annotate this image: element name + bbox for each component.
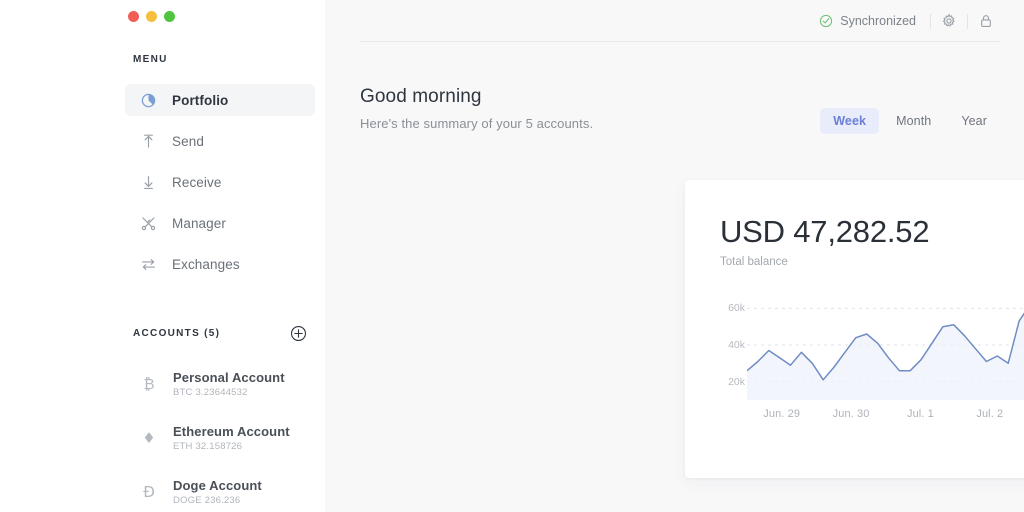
account-name: Ethereum Account bbox=[173, 424, 290, 439]
list-item[interactable]: ♦ Ethereum Account ETH 32.158726 bbox=[125, 416, 325, 460]
account-balance: BTC 3.23644532 bbox=[173, 387, 248, 398]
account-balance: ETH 32.158726 bbox=[173, 441, 243, 452]
chart-y-tick-label: 20k bbox=[728, 375, 745, 388]
sidebar-item-portfolio[interactable]: Portfolio bbox=[125, 84, 315, 116]
pie-chart-icon bbox=[139, 91, 158, 110]
chart-y-axis: 20k 40k 60k bbox=[705, 290, 745, 400]
gear-icon bbox=[941, 13, 957, 29]
sidebar-item-label: Exchanges bbox=[172, 256, 240, 272]
add-account-button[interactable] bbox=[290, 325, 307, 342]
window-traffic-lights bbox=[128, 11, 175, 22]
chart-x-tick-label: Jul. 2 bbox=[976, 408, 1004, 420]
balance-card: USD 47,282.52 Total balance 9.25 % past … bbox=[685, 180, 1024, 478]
sidebar-item-send[interactable]: Send bbox=[125, 125, 315, 157]
chart-y-tick-label: 60k bbox=[728, 302, 745, 315]
chart-area-fill bbox=[747, 313, 1024, 400]
main-content: Synchronized Good morning Here's the sum… bbox=[325, 0, 1024, 512]
chart-svg bbox=[747, 307, 1024, 400]
minimize-window-button[interactable] bbox=[146, 11, 157, 22]
balance-amount: USD 47,282.52 bbox=[720, 214, 930, 249]
sidebar-item-label: Receive bbox=[172, 174, 222, 190]
menu-section-label: MENU bbox=[133, 54, 168, 65]
header-divider bbox=[360, 41, 1000, 42]
chart-y-tick-label: 40k bbox=[728, 339, 745, 351]
check-circle-icon bbox=[819, 14, 833, 28]
lock-button[interactable] bbox=[968, 9, 1004, 33]
settings-button[interactable] bbox=[931, 9, 967, 33]
sidebar-item-label: Portfolio bbox=[172, 92, 229, 108]
account-balance: DOGE 236.236 bbox=[173, 495, 241, 506]
sync-status: Synchronized bbox=[819, 14, 930, 28]
balance-chart: 20k40k60k Jun. 29Jun. 30Jul. 1Jul. 2Jul.… bbox=[685, 290, 1024, 440]
sync-status-label: Synchronized bbox=[840, 14, 916, 28]
chart-x-tick-label: Jul. 1 bbox=[906, 408, 934, 420]
chart-plot-area bbox=[747, 290, 1024, 400]
chart-x-tick-label: Jun. 29 bbox=[763, 408, 801, 420]
close-window-button[interactable] bbox=[128, 11, 139, 22]
accounts-section-label: ACCOUNTS (5) bbox=[133, 328, 221, 339]
sidebar-item-exchanges[interactable]: Exchanges bbox=[125, 248, 315, 280]
dogecoin-icon: Ð bbox=[143, 483, 155, 501]
page-title: Good morning Here's the summary of your … bbox=[360, 86, 593, 131]
sidebar: MENU Portfolio Send Receive Manager Exch… bbox=[0, 0, 325, 512]
greeting-title: Good morning bbox=[360, 86, 482, 107]
range-tabs: Week Month Year bbox=[820, 108, 1000, 134]
maximize-window-button[interactable] bbox=[164, 11, 175, 22]
ethereum-icon: ♦ bbox=[142, 429, 156, 447]
app-window: MENU Portfolio Send Receive Manager Exch… bbox=[0, 0, 1024, 512]
sidebar-item-label: Send bbox=[172, 133, 204, 149]
tab-month[interactable]: Month bbox=[883, 108, 944, 134]
sidebar-nav: Portfolio Send Receive Manager Exchanges bbox=[125, 84, 315, 289]
sidebar-item-label: Manager bbox=[172, 215, 226, 231]
tab-week[interactable]: Week bbox=[820, 108, 880, 134]
balance-caption: Total balance bbox=[720, 256, 788, 268]
chart-x-axis: Jun. 29Jun. 30Jul. 1Jul. 2Jul. 3Jul. 4Ju… bbox=[747, 408, 1024, 428]
arrow-down-icon bbox=[139, 173, 158, 192]
lock-icon bbox=[978, 13, 994, 29]
list-item[interactable]: ₿ Personal Account BTC 3.23644532 bbox=[125, 362, 325, 406]
greeting-subtitle: Here's the summary of your 5 accounts. bbox=[360, 116, 594, 131]
exchange-arrows-icon bbox=[139, 255, 158, 274]
top-bar: Synchronized bbox=[819, 9, 1004, 33]
sidebar-item-manager[interactable]: Manager bbox=[125, 207, 315, 239]
sidebar-item-receive[interactable]: Receive bbox=[125, 166, 315, 198]
account-name: Doge Account bbox=[173, 478, 262, 493]
accounts-list: ₿ Personal Account BTC 3.23644532 ♦ Ethe… bbox=[125, 362, 325, 512]
arrow-up-icon bbox=[139, 132, 158, 151]
tab-year[interactable]: Year bbox=[948, 108, 1000, 134]
manager-icon bbox=[139, 214, 158, 233]
chart-x-tick-label: Jun. 30 bbox=[832, 408, 870, 420]
bitcoin-icon: ₿ bbox=[143, 375, 155, 393]
list-item[interactable]: Ð Doge Account DOGE 236.236 bbox=[125, 470, 325, 512]
total-balance: USD 47,282.52 Total balance bbox=[720, 214, 930, 268]
account-name: Personal Account bbox=[173, 370, 285, 385]
